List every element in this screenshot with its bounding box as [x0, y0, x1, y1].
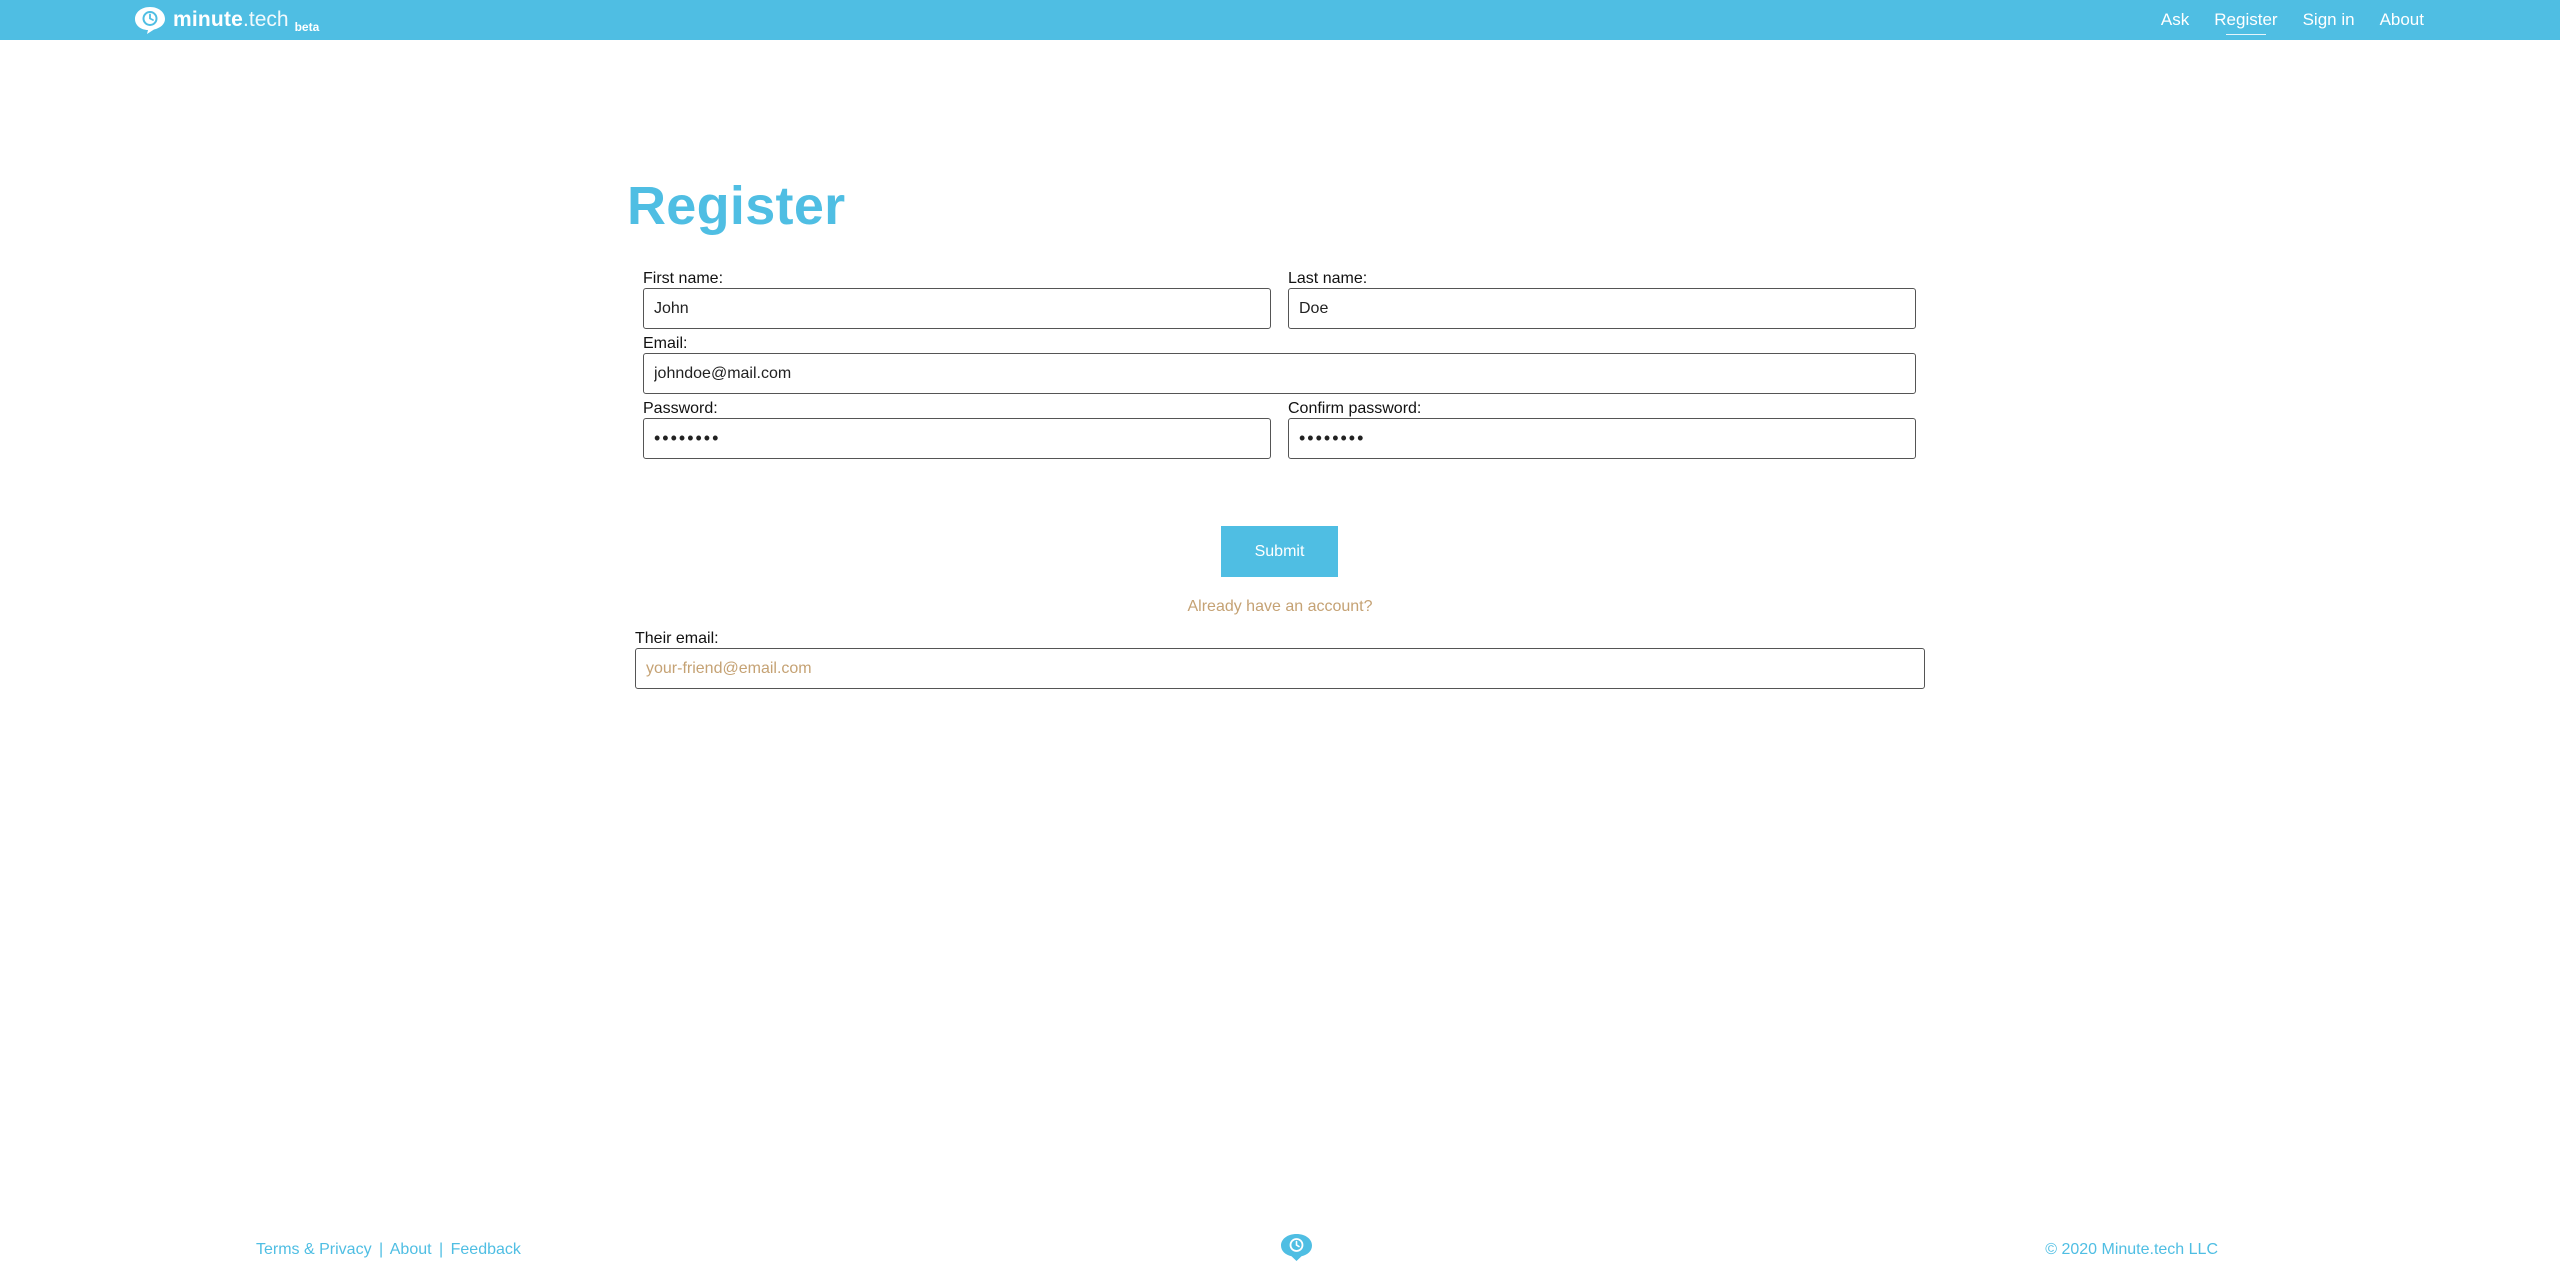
confirm-password-label: Confirm password:	[1288, 400, 1422, 417]
beta-tag: beta	[294, 20, 320, 34]
first-name-field[interactable]	[643, 288, 1271, 329]
nav-ask[interactable]: Ask	[2161, 10, 2189, 30]
copyright-text: © 2020 Minute.tech LLC	[2045, 1241, 2218, 1258]
top-navbar: minute .tech beta Ask Register Sign in A…	[0, 0, 2560, 40]
footer-separator: |	[379, 1241, 384, 1258]
last-name-field[interactable]	[1288, 288, 1916, 329]
already-have-account-link[interactable]: Already have an account?	[1000, 598, 1560, 616]
last-name-label: Last name:	[1288, 270, 1368, 287]
page-title: Register	[627, 176, 846, 236]
brand-name: minute	[173, 8, 244, 31]
footer-feedback-link[interactable]: Feedback	[451, 1241, 521, 1258]
brand-logo-link[interactable]: minute .tech beta	[133, 5, 319, 35]
nav-about[interactable]: About	[2380, 10, 2424, 30]
footer-about-link[interactable]: About	[390, 1241, 432, 1258]
brand-domain: .tech	[243, 8, 289, 31]
speech-bubble-clock-icon[interactable]	[1279, 1232, 1314, 1262]
footer-links: Terms & Privacy | About | Feedback	[256, 1241, 521, 1259]
submit-button[interactable]: Submit	[1221, 526, 1338, 577]
password-label: Password:	[643, 400, 718, 417]
email-label: Email:	[643, 335, 688, 352]
main-nav: Ask Register Sign in About	[2136, 0, 2424, 40]
footer-separator: |	[439, 1241, 444, 1258]
their-email-label: Their email:	[635, 630, 719, 647]
footer-terms-link[interactable]: Terms & Privacy	[256, 1241, 372, 1258]
their-email-field[interactable]	[635, 648, 1925, 689]
confirm-password-field[interactable]	[1288, 418, 1916, 459]
email-field[interactable]	[643, 353, 1916, 394]
speech-bubble-clock-icon	[135, 7, 165, 34]
first-name-label: First name:	[643, 270, 724, 287]
nav-register[interactable]: Register	[2214, 10, 2278, 35]
password-field[interactable]	[643, 418, 1271, 459]
nav-sign-in[interactable]: Sign in	[2303, 10, 2355, 30]
